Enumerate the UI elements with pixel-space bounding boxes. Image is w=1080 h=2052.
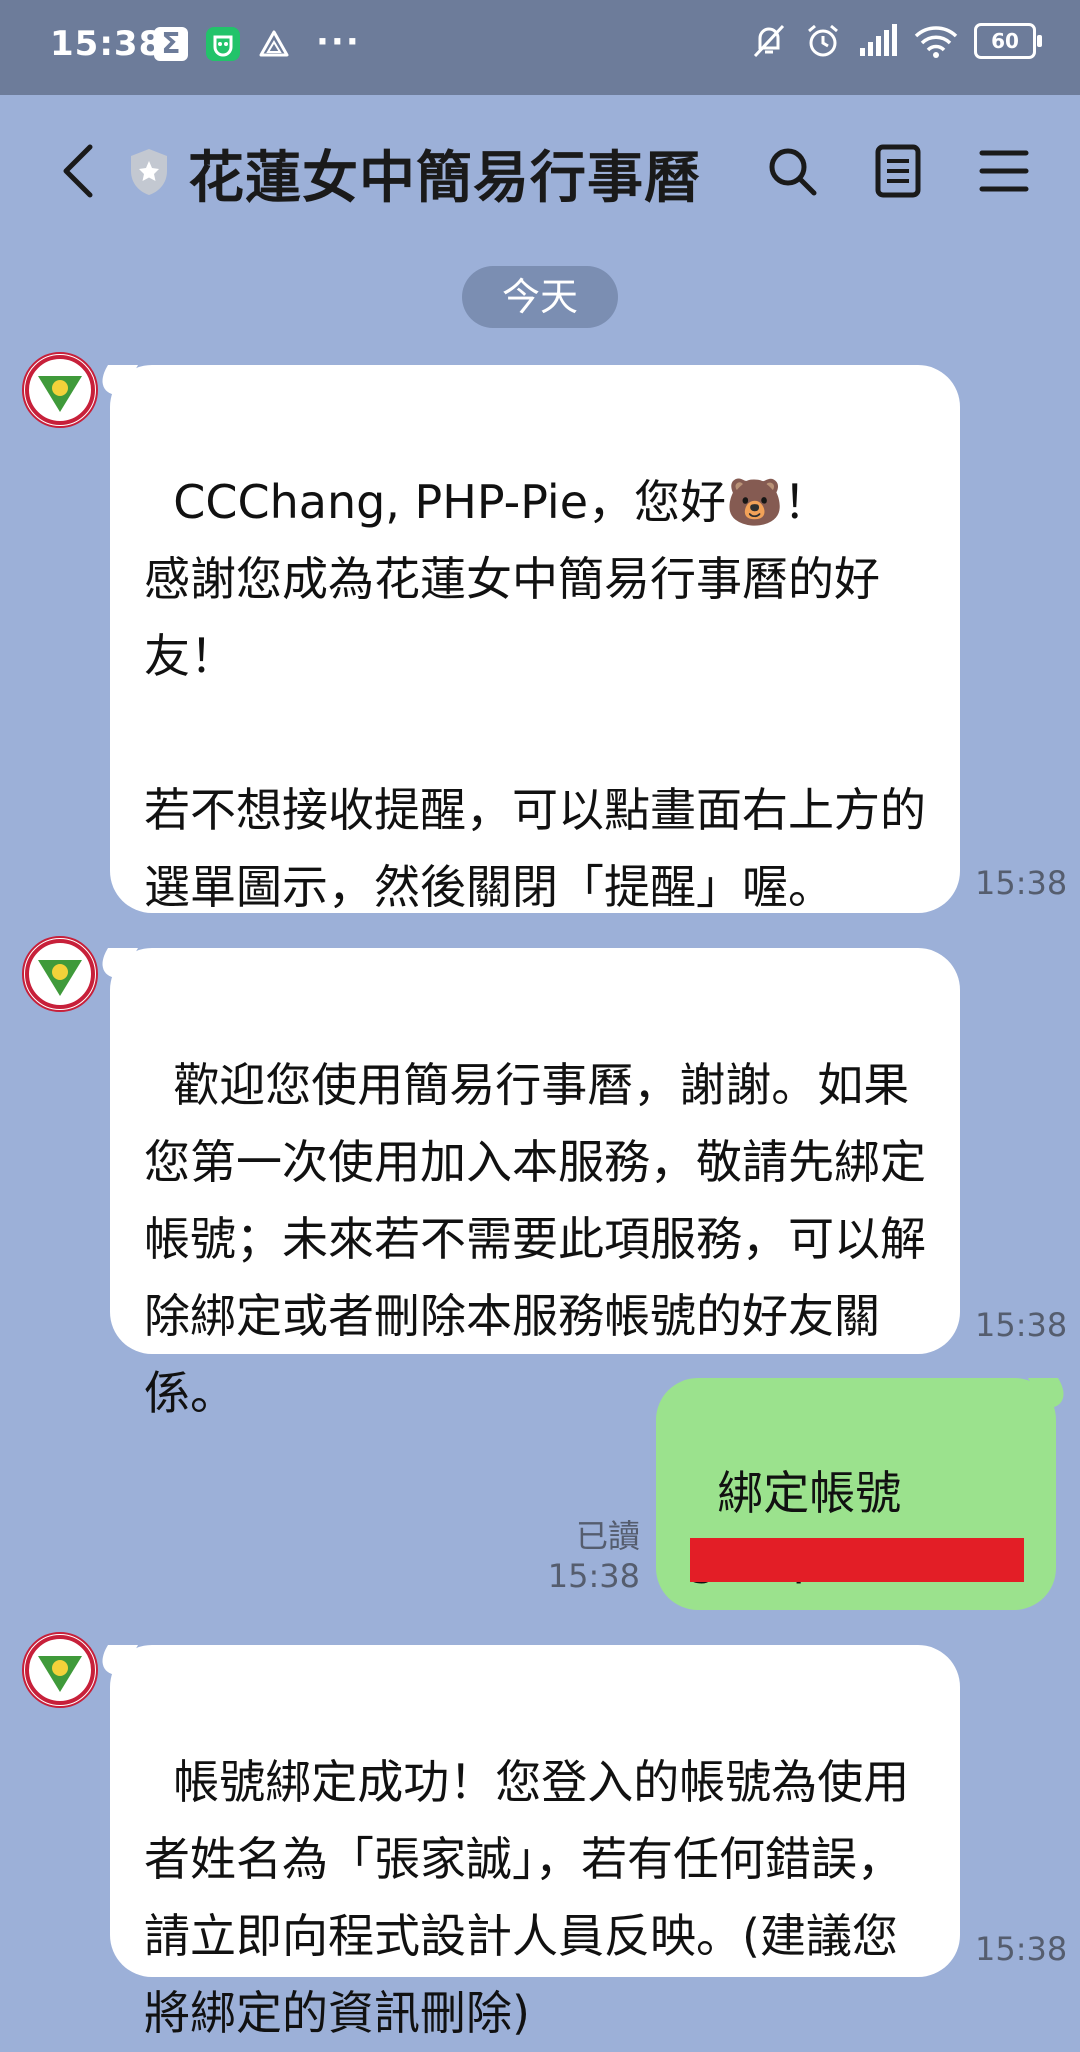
status-bar: 15:38 Σ ··· 60 bbox=[0, 0, 1080, 95]
message-bubble[interactable]: 帳號綁定成功！您登入的帳號為使用者姓名為「張家誠」，若有任何錯誤，請立即向程式設… bbox=[110, 1645, 960, 2040]
date-divider: 今天 bbox=[462, 266, 618, 328]
status-indicators: 60 bbox=[750, 22, 1042, 60]
status-time: 15:38 bbox=[50, 24, 164, 64]
menu-icon[interactable] bbox=[976, 143, 1032, 199]
message-bubble[interactable]: 歡迎您使用簡易行事曆，謝謝。如果您第一次使用加入本服務，敬請先綁定帳號；未來若不… bbox=[110, 948, 960, 1420]
green-app-icon bbox=[206, 27, 240, 61]
message-timestamp: 15:38 bbox=[975, 1930, 1068, 1968]
notes-icon[interactable] bbox=[870, 143, 926, 199]
message-bubble[interactable]: CCChang, PHP-Pie，您好🐻！ 感謝您成為花蓮女中簡易行事曆的好友！… bbox=[110, 365, 960, 914]
message-timestamp: 15:38 bbox=[547, 1557, 640, 1595]
bot-avatar[interactable] bbox=[22, 936, 98, 1012]
redaction-bar bbox=[690, 1538, 1024, 1582]
bot-avatar[interactable] bbox=[22, 1632, 98, 1708]
battery-icon: 60 bbox=[974, 23, 1042, 59]
sigma-app-icon: Σ bbox=[154, 27, 188, 61]
message-timestamp: 15:38 bbox=[975, 1306, 1068, 1344]
search-icon[interactable] bbox=[764, 143, 820, 199]
read-label: 已讀 bbox=[575, 1517, 640, 1555]
triangle-app-icon bbox=[258, 28, 290, 60]
bot-avatar[interactable] bbox=[22, 352, 98, 428]
alarm-icon bbox=[808, 24, 838, 57]
chat-header: 花蓮女中簡易行事曆 bbox=[0, 95, 1080, 245]
back-icon[interactable] bbox=[56, 143, 100, 199]
more-notifications-icon: ··· bbox=[316, 22, 361, 62]
mute-icon bbox=[753, 24, 785, 58]
message-text: CCChang, PHP-Pie，您好🐻！ 感謝您成為花蓮女中簡易行事曆的好友！… bbox=[144, 475, 926, 914]
read-receipt: 已讀 15:38 bbox=[540, 1516, 640, 1596]
message-text: 帳號綁定成功！您登入的帳號為使用者姓名為「張家誠」，若有任何錯誤，請立即向程式設… bbox=[144, 1755, 910, 2040]
verified-shield-icon bbox=[131, 149, 167, 195]
message-timestamp: 15:38 bbox=[975, 864, 1068, 902]
message-text: 歡迎您使用簡易行事曆，謝謝。如果您第一次使用加入本服務，敬請先綁定帳號；未來若不… bbox=[144, 1058, 926, 1420]
chat-title: 花蓮女中簡易行事曆 bbox=[188, 146, 701, 211]
signal-icon bbox=[860, 24, 897, 56]
wifi-icon bbox=[914, 26, 958, 58]
